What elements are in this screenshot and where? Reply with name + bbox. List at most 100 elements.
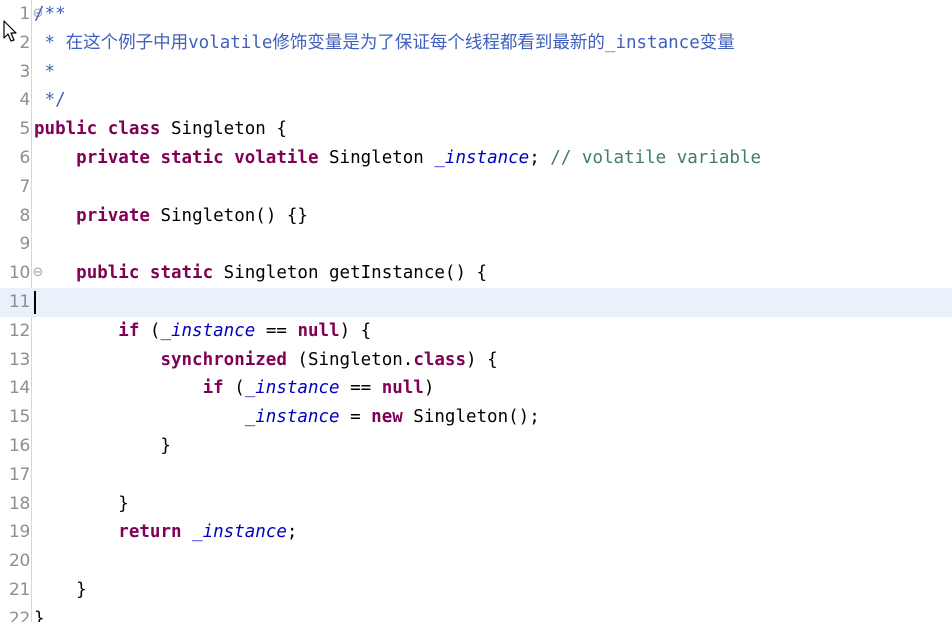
line-number: 16 <box>8 435 30 456</box>
code-line[interactable]: 15 _instance = new Singleton(); <box>0 403 952 432</box>
code-token-fld: _instance <box>244 407 340 428</box>
code-token-fld: _instance <box>434 147 530 168</box>
code-token-doc: volatile <box>188 32 273 53</box>
code-line-content[interactable]: * 在这个例子中用volatile修饰变量是为了保证每个线程都看到最新的_ins… <box>34 29 735 58</box>
code-token-doc: */ <box>34 90 66 111</box>
code-line[interactable]: 7 <box>0 173 952 202</box>
code-line-content[interactable]: /** <box>34 0 66 29</box>
code-line-content[interactable]: } <box>34 490 129 519</box>
code-token-kw: null <box>297 320 340 341</box>
line-number: 3 <box>19 61 30 82</box>
code-line-content[interactable]: if (_instance == null) <box>34 374 435 403</box>
code-line[interactable]: 21 } <box>0 576 952 605</box>
line-number: 13 <box>8 349 30 370</box>
code-line[interactable]: 5 public class Singleton { <box>0 115 952 144</box>
code-token-plain: ( <box>223 378 245 399</box>
code-line-content[interactable]: public static Singleton getInstance() { <box>34 259 487 288</box>
code-line[interactable]: 4 */ <box>0 86 952 115</box>
code-token-plain: == <box>339 378 382 399</box>
code-token-kw: if <box>118 320 140 341</box>
line-number: 20 <box>8 551 30 572</box>
code-editor[interactable]: 1 ⊖/** 2 * 在这个例子中用volatile修饰变量是为了保证每个线程都看到… <box>0 0 952 622</box>
line-number: 12 <box>8 320 30 341</box>
code-line-content[interactable]: */ <box>34 86 66 115</box>
code-line[interactable]: 17 <box>0 461 952 490</box>
code-line[interactable]: 16 } <box>0 432 952 461</box>
line-number: 4 <box>19 90 30 111</box>
line-number: 6 <box>19 147 30 168</box>
code-token-plain: ; <box>286 522 298 543</box>
code-token-plain: ; <box>529 147 551 168</box>
code-line[interactable]: 14 if (_instance == null) <box>0 374 952 403</box>
code-line-content[interactable]: private static volatile Singleton _insta… <box>34 144 761 173</box>
code-line[interactable]: 10 ⊖ public static Singleton getInstance(… <box>0 259 952 288</box>
line-number: 7 <box>19 176 30 197</box>
code-token-kw: if <box>202 378 224 399</box>
code-token-doc: _instance <box>604 32 700 53</box>
code-line-content[interactable]: return _instance; <box>34 518 297 547</box>
line-number: 21 <box>8 579 30 600</box>
code-token-plain: } <box>34 608 45 622</box>
code-line-content[interactable]: } <box>34 605 45 622</box>
code-token-plain: Singleton <box>318 147 435 168</box>
code-token-fld: _instance <box>192 522 287 543</box>
code-token-kw: return <box>118 522 182 543</box>
code-line[interactable]: 8 private Singleton() {} <box>0 202 952 231</box>
text-caret <box>34 290 36 314</box>
line-number: 17 <box>8 464 30 485</box>
code-line[interactable]: 13 synchronized (Singleton.class) { <box>0 346 952 375</box>
code-token-kw: new <box>371 407 403 428</box>
code-token-plain: ) { <box>339 320 372 341</box>
code-line[interactable]: 20 <box>0 547 952 576</box>
line-number: 14 <box>8 378 30 399</box>
code-line[interactable]: 22} <box>0 605 952 622</box>
code-token-plain: ) <box>423 378 435 399</box>
code-token-kw: synchronized <box>160 349 287 370</box>
line-number: 11 <box>8 291 30 312</box>
code-line-content[interactable]: } <box>34 576 87 605</box>
code-line-content[interactable]: * <box>34 58 56 87</box>
code-line-content[interactable]: if (_instance == null) { <box>34 317 371 346</box>
code-token-plain: } <box>34 435 171 456</box>
code-token-plain: ( <box>139 320 161 341</box>
line-number: 10 <box>8 263 30 284</box>
code-token-kw: private static volatile <box>76 147 319 168</box>
code-line-content[interactable]: } <box>34 432 171 461</box>
code-token-plain: (Singleton. <box>286 349 414 370</box>
code-token-cmt: // volatile variable <box>550 147 762 168</box>
line-number: 1 <box>19 4 30 24</box>
code-token-plain: ) { <box>466 349 498 370</box>
line-number: 9 <box>19 234 30 255</box>
code-line[interactable]: 6 private static volatile Singleton _ins… <box>0 144 952 173</box>
line-number: 2 <box>19 32 30 53</box>
code-line-content[interactable]: _instance = new Singleton(); <box>34 403 540 432</box>
line-number: 5 <box>19 119 30 140</box>
code-line[interactable]: 3 * <box>0 58 952 87</box>
code-line[interactable]: 9 <box>0 230 952 259</box>
code-line[interactable]: 19 return _instance; <box>0 518 952 547</box>
code-token-doccn: 变量 <box>699 32 735 53</box>
code-line-content[interactable]: synchronized (Singleton.class) { <box>34 346 498 375</box>
line-number: 18 <box>8 493 30 514</box>
code-token-fld: _instance <box>160 320 256 341</box>
code-lines-container[interactable]: 1 ⊖/** 2 * 在这个例子中用volatile修饰变量是为了保证每个线程都看到… <box>0 0 952 622</box>
code-line[interactable]: 11 <box>0 287 952 317</box>
code-token-plain: == <box>255 320 298 341</box>
code-line-content[interactable]: private Singleton() {} <box>34 202 308 231</box>
code-token-fld: _instance <box>244 378 340 399</box>
line-number: 19 <box>8 522 30 543</box>
code-line[interactable]: 2 * 在这个例子中用volatile修饰变量是为了保证每个线程都看到最新的_i… <box>0 29 952 58</box>
code-token-kw: public class <box>34 119 161 140</box>
code-token-doc: /** <box>34 4 66 24</box>
code-token-kw: public static <box>76 263 214 284</box>
code-line[interactable]: 12 if (_instance == null) { <box>0 317 952 346</box>
code-token-plain: Singleton getInstance() { <box>213 263 488 284</box>
code-line[interactable]: 18 } <box>0 490 952 519</box>
code-line[interactable]: 1 ⊖/** <box>0 0 952 29</box>
code-token-plain: } <box>34 493 129 514</box>
code-line-content[interactable]: public class Singleton { <box>34 115 287 144</box>
